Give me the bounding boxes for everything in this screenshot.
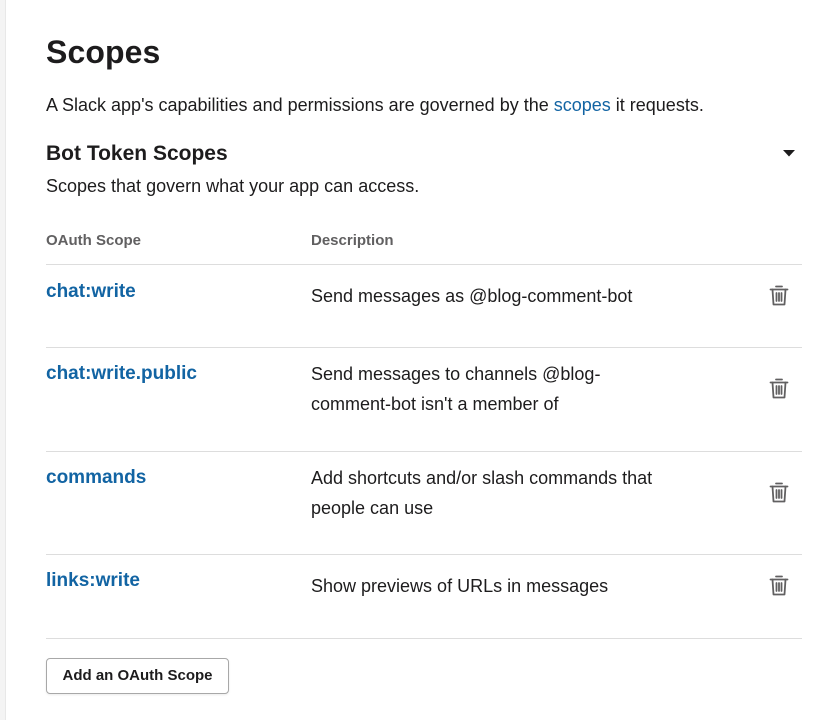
table-row: links:write Show previews of URLs in mes… — [46, 555, 802, 638]
column-header-oauth-scope: OAuth Scope — [46, 232, 142, 249]
scope-name[interactable]: links:write — [46, 568, 140, 594]
trash-icon[interactable] — [768, 480, 790, 504]
scope-name[interactable]: chat:write — [46, 279, 136, 305]
scopes-link[interactable]: scopes — [554, 95, 611, 115]
table-divider — [46, 638, 802, 639]
intro-text: A Slack app's capabilities and permissio… — [46, 92, 704, 118]
scope-name[interactable]: commands — [46, 465, 146, 491]
scope-name[interactable]: chat:write.public — [46, 361, 197, 387]
page-title: Scopes — [46, 34, 161, 70]
bot-token-scopes-title: Bot Token Scopes — [46, 142, 228, 165]
intro-text-start: A Slack app's capabilities and permissio… — [46, 95, 554, 115]
scope-description: Send messages as @blog-comment-bot — [311, 286, 633, 306]
column-header-description: Description — [311, 232, 394, 249]
left-border — [0, 0, 6, 720]
scope-description: Show previews of URLs in messages — [311, 576, 609, 596]
scope-description: Add shortcuts and/or slash commands that… — [311, 468, 653, 518]
caret-down-icon[interactable] — [782, 146, 796, 160]
table-row: commands Add shortcuts and/or slash comm… — [46, 452, 802, 554]
scope-description: Send messages to channels @blog-comment-… — [311, 364, 601, 414]
trash-icon[interactable] — [768, 283, 790, 307]
add-oauth-scope-button[interactable]: Add an OAuth Scope — [46, 658, 229, 694]
trash-icon[interactable] — [768, 573, 790, 597]
intro-text-end: it requests. — [610, 95, 704, 115]
bot-token-scopes-subtitle: Scopes that govern what your app can acc… — [46, 176, 420, 196]
trash-icon[interactable] — [768, 376, 790, 400]
table-row: chat:write.public Send messages to chann… — [46, 348, 802, 451]
table-row: chat:write Send messages as @blog-commen… — [46, 265, 802, 347]
